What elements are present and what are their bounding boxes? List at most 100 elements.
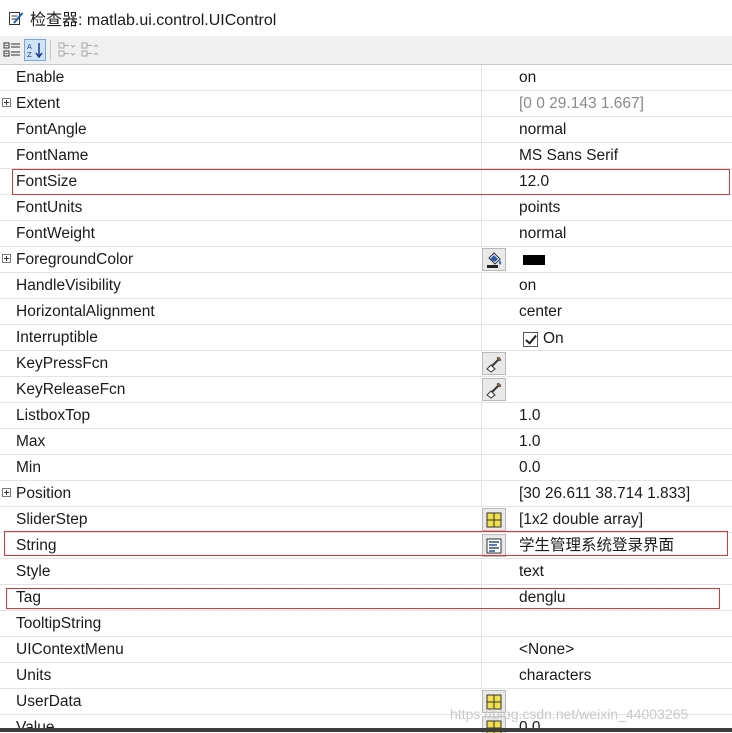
- property-value[interactable]: 1.0: [519, 403, 541, 428]
- property-name: ForegroundColor: [16, 247, 133, 272]
- property-row-style[interactable]: Style text: [0, 559, 732, 585]
- property-row-foregroundcolor[interactable]: ForegroundColor: [0, 247, 732, 273]
- categorized-icon: [3, 41, 21, 59]
- collapse-all-icon: [81, 41, 99, 59]
- property-value[interactable]: center: [519, 299, 562, 324]
- property-row-horizontalalignment[interactable]: HorizontalAlignment center: [0, 299, 732, 325]
- property-name: KeyPressFcn: [16, 351, 108, 376]
- array-editor-button[interactable]: [482, 508, 506, 531]
- property-value[interactable]: MS Sans Serif: [519, 143, 618, 168]
- property-name: HorizontalAlignment: [16, 299, 155, 324]
- property-row-handlevisibility[interactable]: HandleVisibility on: [0, 273, 732, 299]
- column-divider: [481, 611, 482, 636]
- column-divider: [481, 559, 482, 584]
- column-divider: [481, 325, 482, 350]
- property-value[interactable]: on: [519, 273, 536, 298]
- column-divider: [481, 481, 482, 506]
- svg-text:Z: Z: [27, 51, 32, 59]
- property-row-tooltipstring[interactable]: TooltipString: [0, 611, 732, 637]
- window-title: 检查器: matlab.ui.control.UIControl: [30, 6, 276, 30]
- property-row-sliderstep[interactable]: SliderStep [1x2 double array]: [0, 507, 732, 533]
- property-name: FontName: [16, 143, 88, 168]
- property-value[interactable]: text: [519, 559, 544, 584]
- column-divider: [481, 65, 482, 90]
- property-grid: Enable on Extent [0 0 29.143 1.667] Font…: [0, 64, 732, 733]
- property-name: Units: [16, 663, 51, 688]
- property-row-fontweight[interactable]: FontWeight normal: [0, 221, 732, 247]
- property-value[interactable]: 0.0: [519, 455, 541, 480]
- collapse-all-button[interactable]: [79, 39, 101, 61]
- column-divider: [481, 637, 482, 662]
- tag-highlight-box: [6, 588, 720, 609]
- property-row-min[interactable]: Min 0.0: [0, 455, 732, 481]
- horizontal-scrollbar[interactable]: [0, 728, 732, 732]
- column-divider: [481, 663, 482, 688]
- property-value[interactable]: on: [519, 65, 536, 90]
- property-row-keypressfcn[interactable]: KeyPressFcn: [0, 351, 732, 377]
- property-name: HandleVisibility: [16, 273, 121, 298]
- property-row-enable[interactable]: Enable on: [0, 65, 732, 91]
- column-divider: [481, 455, 482, 480]
- property-value: [0 0 29.143 1.667]: [519, 91, 644, 116]
- title-bar: 检查器: matlab.ui.control.UIControl: [0, 0, 732, 36]
- property-name: Max: [16, 429, 45, 454]
- property-name: Interruptible: [16, 325, 98, 350]
- property-value[interactable]: points: [519, 195, 560, 220]
- property-name: FontWeight: [16, 221, 95, 246]
- property-row-fontunits[interactable]: FontUnits points: [0, 195, 732, 221]
- alphabetical-view-button[interactable]: A Z: [24, 39, 46, 61]
- property-row-extent[interactable]: Extent [0 0 29.143 1.667]: [0, 91, 732, 117]
- fontsize-highlight-box: [12, 169, 730, 195]
- expand-all-icon: [58, 41, 76, 59]
- property-value[interactable]: normal: [519, 117, 566, 142]
- string-highlight-box: [4, 531, 728, 556]
- property-row-position[interactable]: Position [30 26.611 38.714 1.833]: [0, 481, 732, 507]
- checkbox[interactable]: [523, 332, 538, 347]
- property-row-units[interactable]: Units characters: [0, 663, 732, 689]
- checkbox-label: On: [543, 330, 564, 348]
- property-value[interactable]: <None>: [519, 637, 574, 662]
- property-name: KeyReleaseFcn: [16, 377, 125, 402]
- expand-all-button[interactable]: [56, 39, 78, 61]
- property-row-max[interactable]: Max 1.0: [0, 429, 732, 455]
- column-divider: [481, 91, 482, 116]
- property-row-listboxtop[interactable]: ListboxTop 1.0: [0, 403, 732, 429]
- property-row-keyreleasefcn[interactable]: KeyReleaseFcn: [0, 377, 732, 403]
- property-value[interactable]: [1x2 double array]: [519, 507, 643, 532]
- property-row-fontname[interactable]: FontName MS Sans Serif: [0, 143, 732, 169]
- inspector-toolbar: A Z: [0, 36, 732, 64]
- property-row-interruptible[interactable]: Interruptible On: [0, 325, 732, 351]
- column-divider: [481, 221, 482, 246]
- property-row-fontangle[interactable]: FontAngle normal: [0, 117, 732, 143]
- property-name: Min: [16, 455, 41, 480]
- callback-edit-icon: [485, 355, 503, 373]
- property-name: ListboxTop: [16, 403, 90, 428]
- inspector-icon: [8, 10, 24, 26]
- color-picker-button[interactable]: [482, 248, 506, 271]
- property-name: Style: [16, 559, 50, 584]
- property-value[interactable]: 1.0: [519, 429, 541, 454]
- color-swatch: [523, 255, 545, 265]
- categorized-view-button[interactable]: [1, 39, 23, 61]
- property-value[interactable]: normal: [519, 221, 566, 246]
- toolbar-separator: [50, 40, 51, 60]
- column-divider: [481, 117, 482, 142]
- property-value[interactable]: characters: [519, 663, 591, 688]
- property-row-uicontextmenu[interactable]: UIContextMenu <None>: [0, 637, 732, 663]
- callback-editor-button[interactable]: [482, 378, 506, 401]
- expand-icon[interactable]: [2, 488, 11, 497]
- property-name: TooltipString: [16, 611, 101, 636]
- property-name: Enable: [16, 65, 64, 90]
- expand-icon[interactable]: [2, 254, 11, 263]
- interruptible-checkbox-group[interactable]: On: [523, 330, 564, 348]
- column-divider: [481, 273, 482, 298]
- watermark-text: https://blog.csdn.net/weixin_44003265: [450, 706, 688, 722]
- column-divider: [481, 195, 482, 220]
- property-name: UIContextMenu: [16, 637, 124, 662]
- property-value[interactable]: [30 26.611 38.714 1.833]: [519, 481, 690, 506]
- property-name: SliderStep: [16, 507, 88, 532]
- callback-editor-button[interactable]: [482, 352, 506, 375]
- property-name: UserData: [16, 689, 81, 714]
- expand-icon[interactable]: [2, 98, 11, 107]
- column-divider: [481, 143, 482, 168]
